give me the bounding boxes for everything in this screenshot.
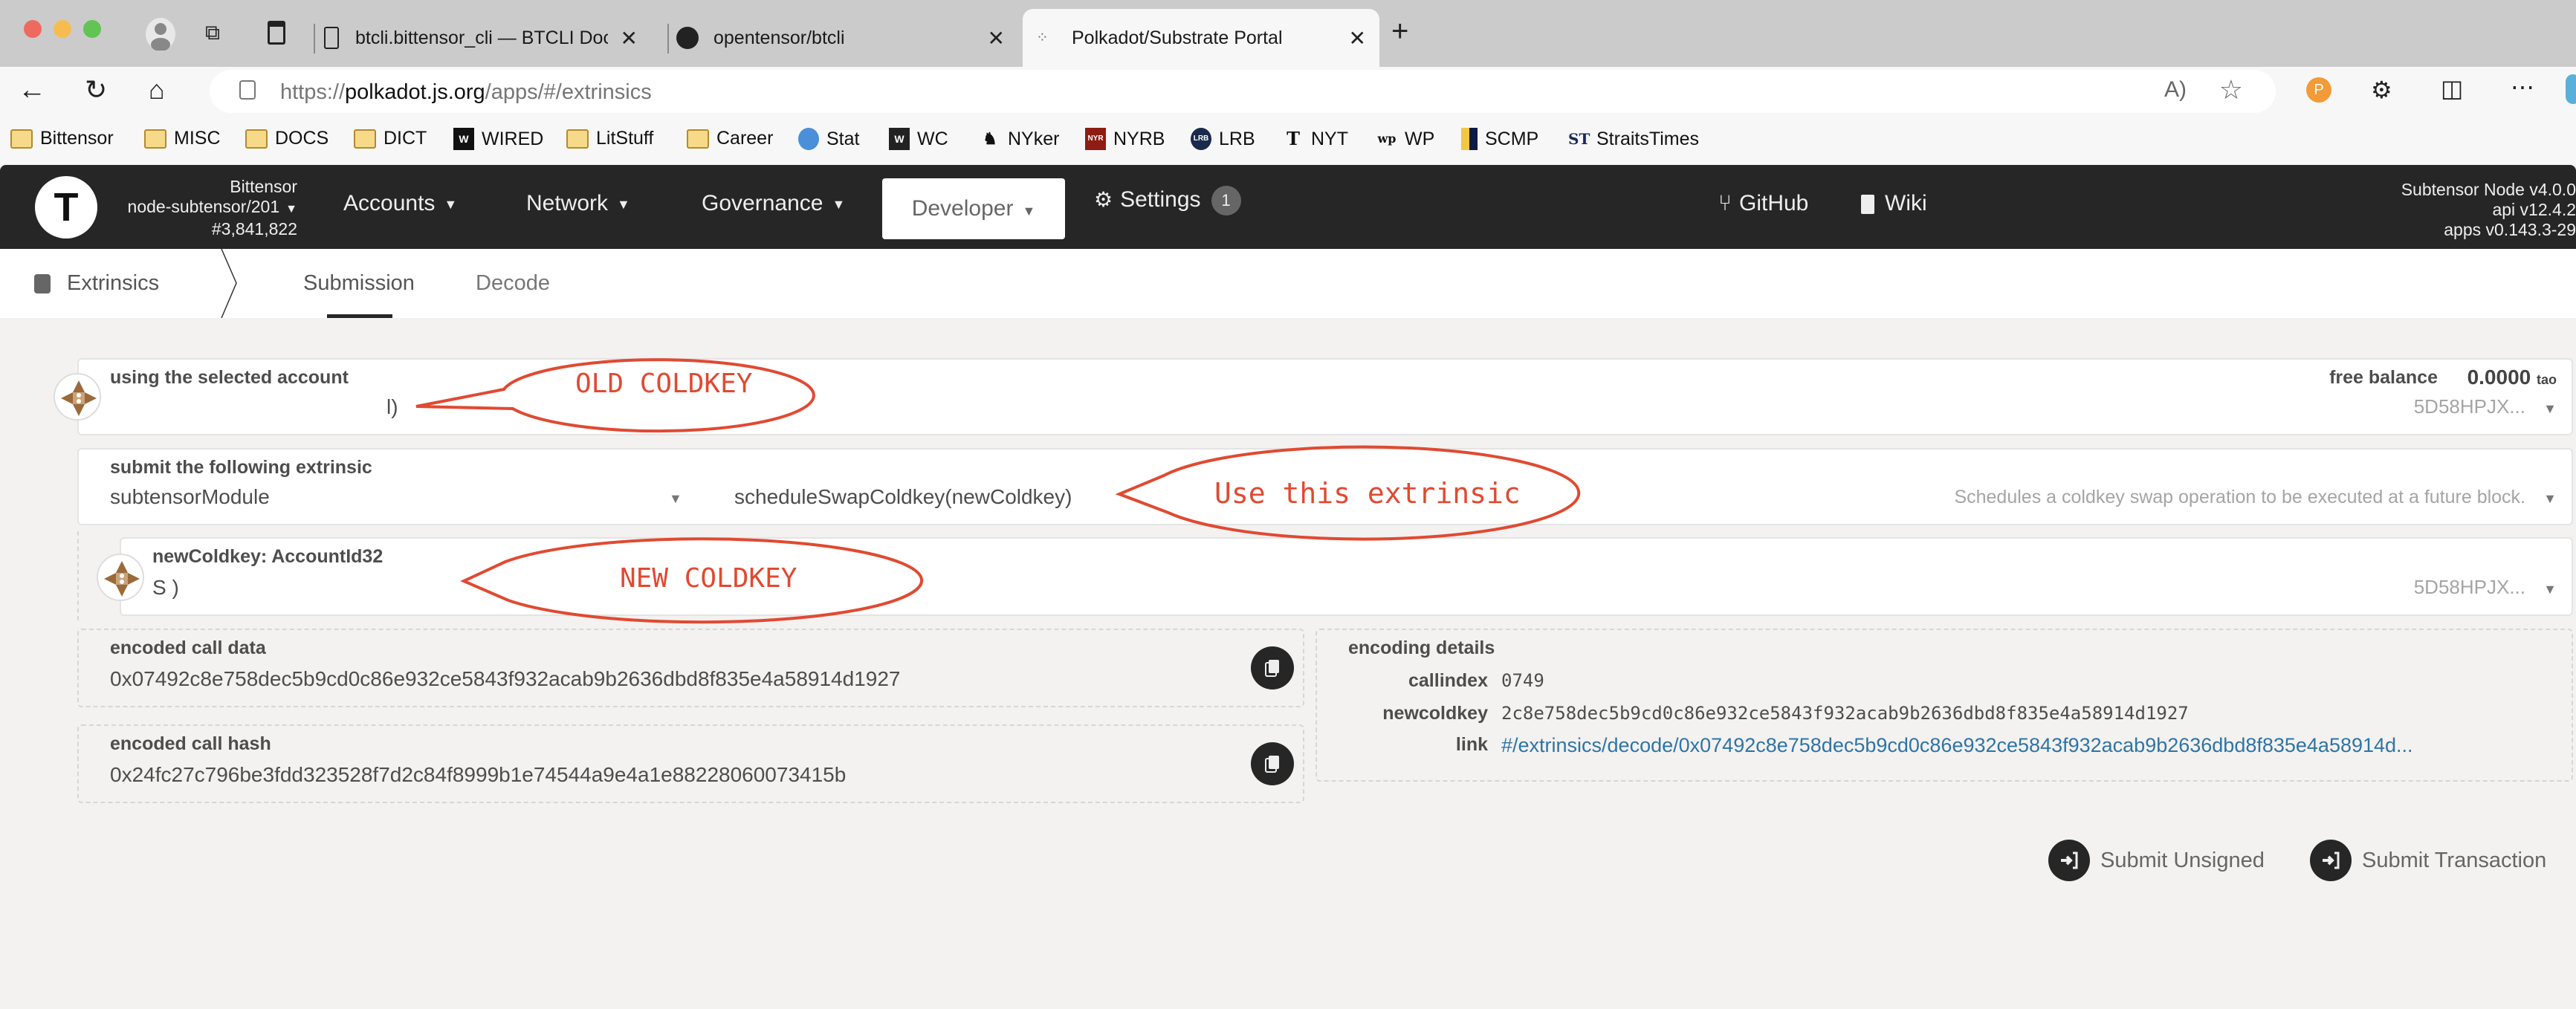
annotation-old-coldkey: OLD COLDKEY (575, 369, 753, 399)
annotation-new-coldkey: NEW COLDKEY (620, 563, 797, 594)
annotation-use-extrinsic: Use this extrinsic (1214, 477, 1521, 510)
